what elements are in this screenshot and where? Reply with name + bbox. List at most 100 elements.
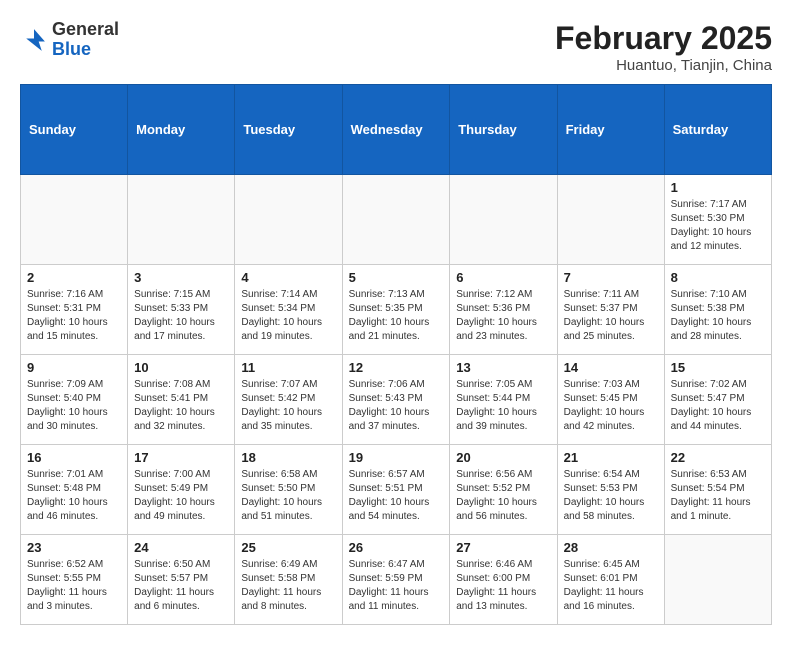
calendar-day: 6 Sunrise: 7:12 AM Sunset: 5:36 PM Daylig… <box>450 265 557 355</box>
day-number: 8 <box>671 270 765 285</box>
calendar-table: SundayMondayTuesdayWednesdayThursdayFrid… <box>20 84 772 625</box>
day-number: 6 <box>456 270 550 285</box>
calendar-day: 19 Sunrise: 6:57 AM Sunset: 5:51 PM Dayli… <box>342 445 450 535</box>
day-number: 14 <box>564 360 658 375</box>
day-info: Sunrise: 7:03 AM Sunset: 5:45 PM Dayligh… <box>564 378 658 434</box>
calendar-day: 23 Sunrise: 6:52 AM Sunset: 5:55 PM Dayli… <box>21 535 128 625</box>
calendar-header-row: SundayMondayTuesdayWednesdayThursdayFrid… <box>21 85 772 175</box>
calendar-day: 9 Sunrise: 7:09 AM Sunset: 5:40 PM Daylig… <box>21 355 128 445</box>
calendar-day <box>235 175 342 265</box>
day-number: 3 <box>134 270 228 285</box>
calendar-day: 18 Sunrise: 6:58 AM Sunset: 5:50 PM Dayli… <box>235 445 342 535</box>
day-info: Sunrise: 7:09 AM Sunset: 5:40 PM Dayligh… <box>27 378 121 434</box>
calendar-day: 15 Sunrise: 7:02 AM Sunset: 5:47 PM Dayli… <box>664 355 771 445</box>
day-info: Sunrise: 7:14 AM Sunset: 5:34 PM Dayligh… <box>241 288 335 344</box>
day-info: Sunrise: 7:05 AM Sunset: 5:44 PM Dayligh… <box>456 378 550 434</box>
day-number: 18 <box>241 450 335 465</box>
calendar-day: 27 Sunrise: 6:46 AM Sunset: 6:00 PM Dayli… <box>450 535 557 625</box>
calendar-day: 25Sunrise: 6:49 AM Sunset: 5:58 PM Dayli… <box>235 535 342 625</box>
day-number: 10 <box>134 360 228 375</box>
logo-general: General <box>52 19 119 39</box>
day-number: 1 <box>671 180 765 195</box>
calendar-header-thursday: Thursday <box>450 85 557 175</box>
calendar-day: 28Sunrise: 6:45 AM Sunset: 6:01 PM Dayli… <box>557 535 664 625</box>
day-number: 20 <box>456 450 550 465</box>
day-info: Sunrise: 7:11 AM Sunset: 5:37 PM Dayligh… <box>564 288 658 344</box>
logo: General Blue <box>20 20 119 60</box>
calendar-day: 26 Sunrise: 6:47 AM Sunset: 5:59 PM Dayli… <box>342 535 450 625</box>
calendar-day: 2Sunrise: 7:16 AM Sunset: 5:31 PM Daylig… <box>21 265 128 355</box>
calendar-day: 21 Sunrise: 6:54 AM Sunset: 5:53 PM Dayli… <box>557 445 664 535</box>
calendar-day: 17 Sunrise: 7:00 AM Sunset: 5:49 PM Dayli… <box>128 445 235 535</box>
day-info: Sunrise: 6:47 AM Sunset: 5:59 PM Dayligh… <box>349 558 444 614</box>
calendar-day: 20 Sunrise: 6:56 AM Sunset: 5:52 PM Dayli… <box>450 445 557 535</box>
day-number: 23 <box>27 540 121 555</box>
calendar-day <box>128 175 235 265</box>
calendar-week-3: 9 Sunrise: 7:09 AM Sunset: 5:40 PM Daylig… <box>21 355 772 445</box>
calendar-header-friday: Friday <box>557 85 664 175</box>
day-info: Sunrise: 7:16 AM Sunset: 5:31 PM Dayligh… <box>27 288 121 344</box>
calendar-day: 13 Sunrise: 7:05 AM Sunset: 5:44 PM Dayli… <box>450 355 557 445</box>
calendar-week-2: 2Sunrise: 7:16 AM Sunset: 5:31 PM Daylig… <box>21 265 772 355</box>
day-info: Sunrise: 6:49 AM Sunset: 5:58 PM Dayligh… <box>241 558 335 614</box>
day-number: 15 <box>671 360 765 375</box>
day-info: Sunrise: 6:46 AM Sunset: 6:00 PM Dayligh… <box>456 558 550 614</box>
day-number: 21 <box>564 450 658 465</box>
day-info: Sunrise: 7:08 AM Sunset: 5:41 PM Dayligh… <box>134 378 228 434</box>
day-info: Sunrise: 7:15 AM Sunset: 5:33 PM Dayligh… <box>134 288 228 344</box>
day-number: 4 <box>241 270 335 285</box>
calendar-day: 3 Sunrise: 7:15 AM Sunset: 5:33 PM Daylig… <box>128 265 235 355</box>
day-number: 5 <box>349 270 444 285</box>
calendar-day <box>557 175 664 265</box>
day-number: 9 <box>27 360 121 375</box>
day-info: Sunrise: 6:50 AM Sunset: 5:57 PM Dayligh… <box>134 558 228 614</box>
logo-icon <box>20 26 48 54</box>
day-info: Sunrise: 6:52 AM Sunset: 5:55 PM Dayligh… <box>27 558 121 614</box>
day-info: Sunrise: 6:58 AM Sunset: 5:50 PM Dayligh… <box>241 468 335 524</box>
calendar-week-5: 23 Sunrise: 6:52 AM Sunset: 5:55 PM Dayli… <box>21 535 772 625</box>
calendar-week-1: 1 Sunrise: 7:17 AM Sunset: 5:30 PM Daylig… <box>21 175 772 265</box>
calendar-day: 24 Sunrise: 6:50 AM Sunset: 5:57 PM Dayli… <box>128 535 235 625</box>
day-info: Sunrise: 7:02 AM Sunset: 5:47 PM Dayligh… <box>671 378 765 434</box>
calendar-header-sunday: Sunday <box>21 85 128 175</box>
calendar-day: 7Sunrise: 7:11 AM Sunset: 5:37 PM Daylig… <box>557 265 664 355</box>
title-block: February 2025 Huantuo, Tianjin, China <box>555 20 772 74</box>
day-info: Sunrise: 7:17 AM Sunset: 5:30 PM Dayligh… <box>671 198 765 254</box>
day-info: Sunrise: 7:07 AM Sunset: 5:42 PM Dayligh… <box>241 378 335 434</box>
logo-text: General Blue <box>52 20 119 60</box>
day-info: Sunrise: 6:56 AM Sunset: 5:52 PM Dayligh… <box>456 468 550 524</box>
logo-blue: Blue <box>52 39 91 59</box>
day-number: 12 <box>349 360 444 375</box>
calendar-header-monday: Monday <box>128 85 235 175</box>
location: Huantuo, Tianjin, China <box>555 57 772 74</box>
calendar-header-tuesday: Tuesday <box>235 85 342 175</box>
day-number: 19 <box>349 450 444 465</box>
day-info: Sunrise: 6:54 AM Sunset: 5:53 PM Dayligh… <box>564 468 658 524</box>
calendar-day: 22 Sunrise: 6:53 AM Sunset: 5:54 PM Dayli… <box>664 445 771 535</box>
day-number: 11 <box>241 360 335 375</box>
day-info: Sunrise: 7:10 AM Sunset: 5:38 PM Dayligh… <box>671 288 765 344</box>
calendar-day: 10 Sunrise: 7:08 AM Sunset: 5:41 PM Dayli… <box>128 355 235 445</box>
day-info: Sunrise: 6:53 AM Sunset: 5:54 PM Dayligh… <box>671 468 765 524</box>
day-number: 17 <box>134 450 228 465</box>
day-number: 26 <box>349 540 444 555</box>
day-number: 22 <box>671 450 765 465</box>
page-header: General Blue February 2025 Huantuo, Tian… <box>20 20 772 74</box>
day-number: 16 <box>27 450 121 465</box>
calendar-day: 11 Sunrise: 7:07 AM Sunset: 5:42 PM Dayli… <box>235 355 342 445</box>
day-info: Sunrise: 7:01 AM Sunset: 5:48 PM Dayligh… <box>27 468 121 524</box>
month-title: February 2025 <box>555 20 772 57</box>
day-number: 27 <box>456 540 550 555</box>
calendar-day: 8 Sunrise: 7:10 AM Sunset: 5:38 PM Daylig… <box>664 265 771 355</box>
day-info: Sunrise: 6:57 AM Sunset: 5:51 PM Dayligh… <box>349 468 444 524</box>
calendar-day <box>21 175 128 265</box>
calendar-day: 12Sunrise: 7:06 AM Sunset: 5:43 PM Dayli… <box>342 355 450 445</box>
calendar-day <box>342 175 450 265</box>
calendar-day <box>450 175 557 265</box>
day-number: 13 <box>456 360 550 375</box>
day-number: 28 <box>564 540 658 555</box>
day-info: Sunrise: 7:12 AM Sunset: 5:36 PM Dayligh… <box>456 288 550 344</box>
calendar-day: 14 Sunrise: 7:03 AM Sunset: 5:45 PM Dayli… <box>557 355 664 445</box>
day-number: 24 <box>134 540 228 555</box>
day-info: Sunrise: 7:00 AM Sunset: 5:49 PM Dayligh… <box>134 468 228 524</box>
